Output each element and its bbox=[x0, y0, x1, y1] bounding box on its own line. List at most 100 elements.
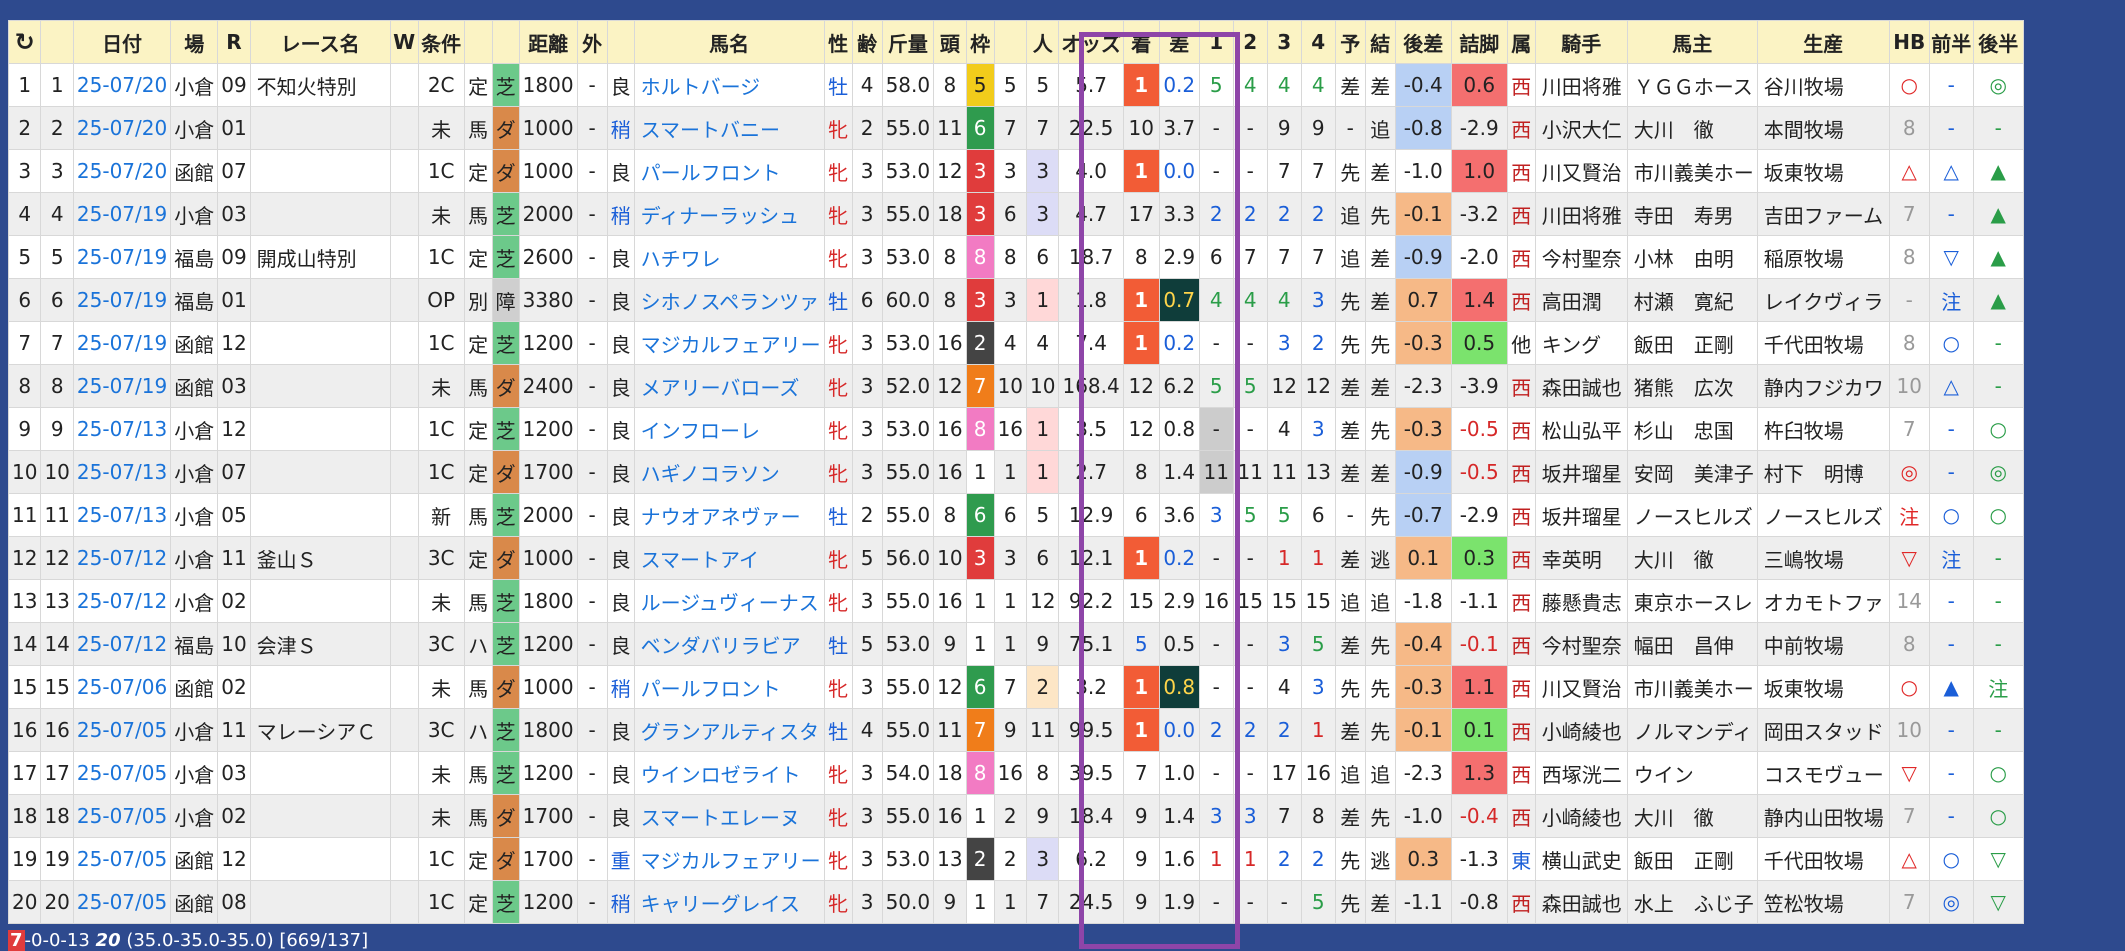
cell-jockey[interactable]: 小沢大仁 bbox=[1534, 106, 1628, 150]
header-umaban[interactable] bbox=[993, 20, 1028, 64]
table-row[interactable]: 11 11 25-07/13 小倉 05 新馬芝 2000- 良ナウオアネヴァー牡 2 55.0 8… bbox=[7, 493, 2024, 537]
cell-date[interactable]: 25-07/20 bbox=[72, 149, 172, 193]
cell-jockey[interactable]: 森田誠也 bbox=[1534, 880, 1628, 924]
cell-horse[interactable]: ハギノコラソン bbox=[633, 450, 825, 494]
cell-horse[interactable]: ハチワレ bbox=[633, 235, 825, 279]
cell-jockey[interactable]: 横山武史 bbox=[1534, 837, 1628, 881]
cell-owner[interactable]: 水上 ふじ子 bbox=[1626, 880, 1758, 924]
cell-date[interactable]: 25-07/13 bbox=[72, 493, 172, 537]
header-corner2[interactable]: 2 bbox=[1232, 20, 1268, 64]
header-outer[interactable]: 外 bbox=[576, 20, 608, 64]
cell-horse[interactable]: ディナーラッシュ bbox=[633, 192, 825, 236]
cell-date[interactable]: 25-07/05 bbox=[72, 708, 172, 752]
cell-owner[interactable]: ウイン bbox=[1626, 751, 1758, 795]
cell-breeder[interactable]: 千代田牧場 bbox=[1756, 837, 1890, 881]
header-closing[interactable]: 詰脚 bbox=[1450, 20, 1508, 64]
table-row[interactable]: 3 3 25-07/20 函館 07 1C 定ダ 1000- 良パールフロント牝 3 53.0 12 3… bbox=[7, 149, 2024, 193]
cell-horse[interactable]: ベンダバリラビア bbox=[633, 622, 825, 666]
header-weight[interactable]: 斤量 bbox=[881, 20, 935, 64]
cell-date[interactable]: 25-07/13 bbox=[72, 450, 172, 494]
cell-jockey[interactable]: 今村聖奈 bbox=[1534, 235, 1628, 279]
table-row[interactable]: 5 5 25-07/19 福島 09 開成山特別 1C 定芝 2600- 良ハチワレ牝 3 53.0 8… bbox=[7, 235, 2024, 279]
cell-breeder[interactable]: 中前牧場 bbox=[1756, 622, 1890, 666]
cell-owner[interactable]: 寺田 寿男 bbox=[1626, 192, 1758, 236]
cell-breeder[interactable]: 坂東牧場 bbox=[1756, 149, 1890, 193]
cell-breeder[interactable]: 本間牧場 bbox=[1756, 106, 1890, 150]
header-sex[interactable]: 性 bbox=[823, 20, 853, 64]
cell-breeder[interactable]: ノースヒルズ bbox=[1756, 493, 1890, 537]
cell-breeder[interactable]: コスモヴュー bbox=[1756, 751, 1890, 795]
cell-breeder[interactable]: 杵臼牧場 bbox=[1756, 407, 1890, 451]
cell-owner[interactable]: 杉山 忠国 bbox=[1626, 407, 1758, 451]
cell-date[interactable]: 25-07/06 bbox=[72, 665, 172, 709]
cell-breeder[interactable]: レイクヴィラ bbox=[1756, 278, 1890, 322]
cell-date[interactable]: 25-07/19 bbox=[72, 192, 172, 236]
cell-breeder[interactable]: 三嶋牧場 bbox=[1756, 536, 1890, 580]
table-row[interactable]: 17 17 25-07/05 小倉 03 未馬芝 1200- 良ウインロゼライト牝 3 54.0 1… bbox=[7, 751, 2024, 795]
cell-breeder[interactable]: 稲原牧場 bbox=[1756, 235, 1890, 279]
header-corner3[interactable]: 3 bbox=[1266, 20, 1302, 64]
cell-horse[interactable]: シホノスペランツァ bbox=[633, 278, 825, 322]
cell-date[interactable]: 25-07/19 bbox=[72, 235, 172, 279]
cell-jockey[interactable]: 川又賢治 bbox=[1534, 665, 1628, 709]
table-row[interactable]: 6 6 25-07/19 福島 01 OP 別障 3380- 良シホノスペランツァ牡 6 60.0 8… bbox=[7, 278, 2024, 322]
cell-jockey[interactable]: 高田潤 bbox=[1534, 278, 1628, 322]
cell-owner[interactable]: 猪熊 広次 bbox=[1626, 364, 1758, 408]
table-row[interactable]: 13 13 25-07/12 小倉 02 未馬芝 1800- 良ルージュヴィーナス牝 3 55.0… bbox=[7, 579, 2024, 623]
cell-breeder[interactable]: 笠松牧場 bbox=[1756, 880, 1890, 924]
cell-jockey[interactable]: 小崎綾也 bbox=[1534, 708, 1628, 752]
cell-jockey[interactable]: 藤懸貴志 bbox=[1534, 579, 1628, 623]
table-row[interactable]: 2 2 25-07/20 小倉 01 未馬ダ 1000- 稍スマートバニー牝 2 55.0 11 6 7… bbox=[7, 106, 2024, 150]
cell-owner[interactable]: 村瀬 寛紀 bbox=[1626, 278, 1758, 322]
cell-jockey[interactable]: 川田将雅 bbox=[1534, 192, 1628, 236]
cell-horse[interactable]: パールフロント bbox=[633, 665, 825, 709]
header-breeder[interactable]: 生産 bbox=[1756, 20, 1890, 64]
table-row[interactable]: 7 7 25-07/19 函館 12 1C 定芝 1200- 良マジカルフェアリー牝 3 53.0 1… bbox=[7, 321, 2024, 365]
header-corner4[interactable]: 4 bbox=[1300, 20, 1336, 64]
header-place[interactable]: 場 bbox=[170, 20, 219, 64]
cell-jockey[interactable]: 森田誠也 bbox=[1534, 364, 1628, 408]
cell-breeder[interactable]: オカモトファ bbox=[1756, 579, 1890, 623]
cell-horse[interactable]: グランアルティスタ bbox=[633, 708, 825, 752]
cell-owner[interactable]: ＹＧＧホース bbox=[1626, 63, 1758, 107]
cell-jockey[interactable]: 西塚洸二 bbox=[1534, 751, 1628, 795]
header-waku[interactable]: 枠 bbox=[965, 20, 995, 64]
cell-horse[interactable]: マジカルフェアリー bbox=[633, 321, 825, 365]
cell-owner[interactable]: 大川 徹 bbox=[1626, 794, 1758, 838]
cell-breeder[interactable]: 吉田ファーム bbox=[1756, 192, 1890, 236]
header-race-no[interactable]: R bbox=[217, 20, 251, 64]
table-row[interactable]: 18 18 25-07/05 小倉 02 未馬ダ 1700- 良スマートエレーヌ牝 3 55.0 1… bbox=[7, 794, 2024, 838]
cell-date[interactable]: 25-07/12 bbox=[72, 536, 172, 580]
reload-icon[interactable]: ↻ bbox=[15, 28, 35, 56]
cell-date[interactable]: 25-07/12 bbox=[72, 622, 172, 666]
cell-jockey[interactable]: 今村聖奈 bbox=[1534, 622, 1628, 666]
header-no2[interactable] bbox=[40, 20, 74, 64]
table-row[interactable]: 9 9 25-07/13 小倉 12 1C 定芝 1200- 良インフローレ牝 3 53.0 16 8 1… bbox=[7, 407, 2024, 451]
cell-owner[interactable]: ノースヒルズ bbox=[1626, 493, 1758, 537]
cell-owner[interactable]: 大川 徹 bbox=[1626, 536, 1758, 580]
header-first-half[interactable]: 前半 bbox=[1928, 20, 1974, 64]
header-date[interactable]: 日付 bbox=[72, 20, 172, 64]
cell-date[interactable]: 25-07/05 bbox=[72, 794, 172, 838]
header-odds[interactable]: オッズ bbox=[1058, 20, 1124, 64]
header-weather[interactable]: W bbox=[389, 20, 419, 64]
header-hb[interactable]: HB bbox=[1888, 20, 1930, 64]
header-affiliation[interactable]: 属 bbox=[1506, 20, 1536, 64]
cell-date[interactable]: 25-07/12 bbox=[72, 579, 172, 623]
header-condition[interactable] bbox=[463, 20, 493, 64]
table-row[interactable]: 8 8 25-07/19 函館 03 未馬ダ 2400- 良メアリーバローズ牝 3 52.0 12 7… bbox=[7, 364, 2024, 408]
header-age[interactable]: 齢 bbox=[851, 20, 883, 64]
cell-date[interactable]: 25-07/19 bbox=[72, 364, 172, 408]
cell-horse[interactable]: ナウオアネヴァー bbox=[633, 493, 825, 537]
header-owner[interactable]: 馬主 bbox=[1626, 20, 1758, 64]
cell-horse[interactable]: ホルトバージ bbox=[633, 63, 825, 107]
header-distance[interactable]: 距離 bbox=[518, 20, 578, 64]
header-popularity[interactable]: 人 bbox=[1026, 20, 1060, 64]
header-result-style[interactable]: 結 bbox=[1364, 20, 1396, 64]
cell-owner[interactable]: 大川 徹 bbox=[1626, 106, 1758, 150]
table-row[interactable]: 1 1 25-07/20 小倉 09 不知火特別 2C 定芝 1800- 良ホルトバージ牡 4 58.… bbox=[7, 63, 2024, 107]
cell-owner[interactable]: 市川義美ホー bbox=[1626, 665, 1758, 709]
cell-horse[interactable]: ウインロゼライト bbox=[633, 751, 825, 795]
cell-date[interactable]: 25-07/19 bbox=[72, 278, 172, 322]
cell-owner[interactable]: 飯田 正剛 bbox=[1626, 837, 1758, 881]
